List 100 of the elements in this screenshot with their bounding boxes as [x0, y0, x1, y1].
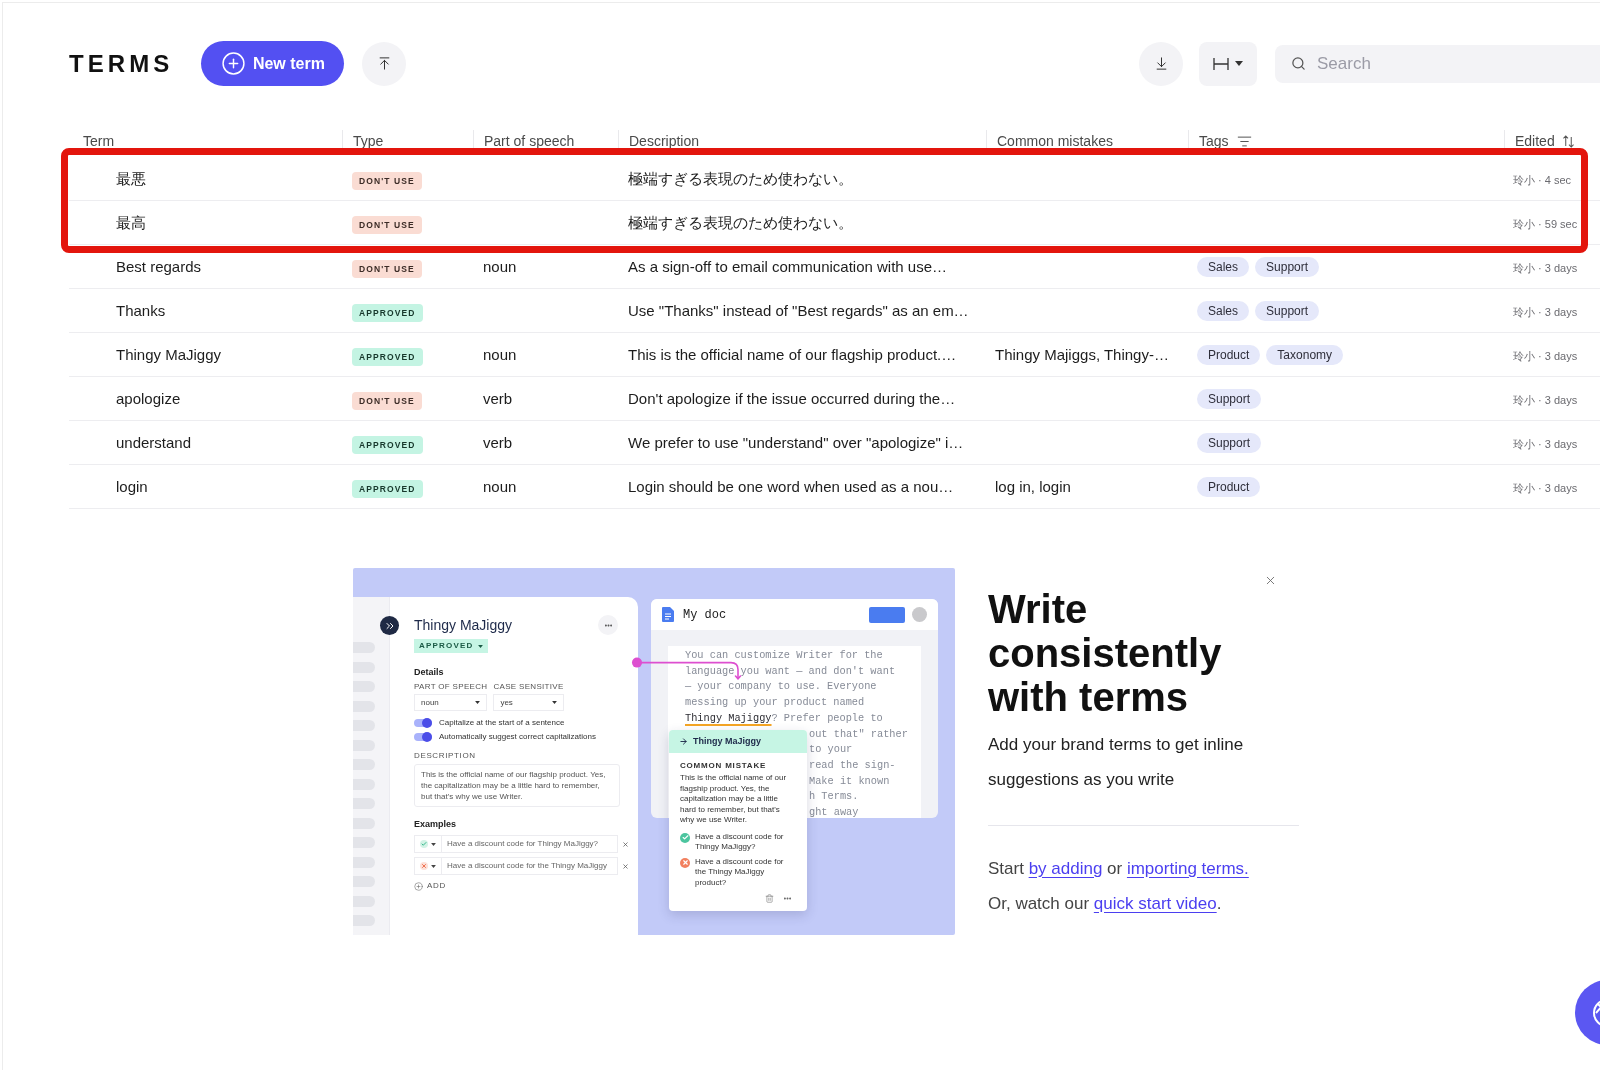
document-text-line: messing up your product named — [685, 695, 865, 711]
example-text: Have a discount code for the Thingy MaJiggy — [446, 860, 607, 872]
column-header: Term — [83, 131, 115, 151]
column-header: Tags — [1199, 131, 1229, 151]
edited-info-text: 玲小 · 4 sec — [1513, 173, 1572, 186]
page-title: TERMS — [69, 48, 174, 79]
caret-icon — [431, 842, 436, 846]
description-text: Login should be one word when used as a nou… — [628, 477, 954, 495]
more-icon — [598, 615, 618, 635]
text-link[interactable]: by adding — [1028, 859, 1103, 878]
check-icon — [420, 840, 428, 848]
column-header: Edited — [1515, 131, 1555, 151]
description-label: DESCRIPTION — [414, 751, 477, 761]
term-name: understand — [116, 433, 192, 451]
tag-chip: Taxonomy — [1266, 344, 1344, 365]
new-term-button[interactable]: New term — [201, 41, 345, 86]
term-name: apologize — [116, 389, 181, 407]
cross-icon — [680, 857, 690, 868]
term-name: Thingy MaJiggy — [116, 345, 222, 363]
cross-icon — [420, 862, 428, 870]
term-name: 最悪 — [116, 169, 146, 187]
add-label: ADD — [427, 880, 446, 892]
edited-info-text: 玲小 · 3 days — [1513, 437, 1578, 450]
example-text: Have a discount code for Thingy MaJiggy? — [446, 838, 599, 850]
part-of-speech-text: verb — [483, 389, 513, 407]
part-of-speech-text: noun — [483, 345, 517, 363]
term-title: Thingy MaJiggy — [414, 615, 513, 635]
type-badge: DON'T USE — [352, 171, 422, 190]
type-badge: APPROVED — [352, 347, 423, 366]
type-badge: APPROVED — [352, 435, 423, 454]
filter-icon[interactable] — [1236, 133, 1252, 149]
edited-info-text: 玲小 · 3 days — [1513, 305, 1578, 318]
suggestion-example-text: Have a discount code for Thingy MaJiggy? — [695, 831, 785, 853]
edited-info-text: 玲小 · 3 days — [1513, 349, 1578, 362]
cta-text: Or, watch our quick start video. — [988, 893, 1223, 915]
plus-circle-icon — [220, 51, 246, 76]
trash-icon — [765, 894, 774, 903]
toggle-label: Automatically suggest correct capitalizations — [439, 731, 596, 743]
search-field[interactable]: Search — [1275, 44, 1600, 83]
type-badge: APPROVED — [352, 303, 423, 322]
edited-info-text: 玲小 · 3 days — [1513, 481, 1578, 494]
type-badge: DON'T USE — [352, 215, 422, 234]
field-label: CASE SENSITIVE — [493, 682, 564, 692]
column-header: Type — [353, 131, 384, 151]
suggestion-term: Thingy MaJiggy — [693, 734, 761, 748]
text-link[interactable]: quick start video — [1093, 894, 1217, 913]
tag-chip: Support — [1255, 256, 1320, 277]
details-heading: Details — [414, 667, 445, 678]
document-text-line: You can customize Writer for the — [685, 648, 883, 663]
column-width-icon — [1213, 57, 1229, 70]
description-text: 極端すぎる表現のため使わない。 — [628, 213, 853, 231]
document-title: My doc — [683, 606, 727, 624]
tag-chip: Product — [1197, 344, 1261, 365]
button-shape — [869, 606, 905, 623]
document-icon — [662, 607, 674, 622]
tag-chip: Support — [1255, 300, 1320, 321]
document-text-line: to your — [809, 742, 853, 758]
field-label: PART OF SPEECH — [414, 682, 488, 692]
tag-chip: Support — [1197, 432, 1262, 453]
status-badge: APPROVED — [414, 639, 488, 653]
select-field: yes — [493, 694, 564, 711]
document-text-line: out that" rather — [809, 726, 908, 742]
toggle-label: Capitalize at the start of a sentence — [439, 717, 565, 729]
type-badge: DON'T USE — [352, 259, 422, 278]
close-icon[interactable] — [1264, 574, 1277, 587]
part-of-speech-text: noun — [483, 477, 517, 495]
remove-icon — [622, 840, 629, 848]
column-header: Description — [629, 131, 700, 151]
remove-icon — [622, 862, 629, 870]
search-icon — [1291, 56, 1306, 71]
term-name: Best regards — [116, 257, 202, 275]
column-header: Part of speech — [484, 131, 575, 151]
cta-text: Start by adding or importing terms. — [988, 858, 1250, 880]
sort-icon[interactable] — [1562, 134, 1574, 148]
examples-heading: Examples — [414, 819, 458, 830]
column-header: Common mistakes — [997, 131, 1113, 151]
suggestion-example-text: Have a discount code for the Thingy MaJiggy product? — [695, 856, 785, 888]
edited-info-text: 玲小 · 3 days — [1513, 393, 1578, 406]
caret-icon — [477, 644, 483, 648]
promo-subtitle: Add your brand terms to get inline suggestions as you write — [988, 734, 1245, 791]
arrow-right-icon — [679, 737, 688, 746]
description-text: 極端すぎる表現のため使わない。 — [628, 169, 853, 187]
term-name: Thanks — [116, 301, 166, 319]
text-link[interactable]: importing terms. — [1126, 859, 1249, 878]
term-name: 最高 — [116, 213, 146, 231]
plus-circle-icon — [414, 881, 423, 891]
part-of-speech-text: noun — [483, 257, 517, 275]
suggestion-text: This is the official name of our flagship product. Yes, the capitalization may be a little hard to remember, but that's why we use Writer. — [680, 773, 788, 826]
tag-chip: Support — [1197, 388, 1262, 409]
tag-chip: Sales — [1197, 256, 1250, 277]
document-text-line: Make it known — [809, 773, 890, 789]
column-width-button[interactable] — [1199, 41, 1257, 86]
description-text: As a sign-off to email communication with use… — [628, 257, 948, 275]
caret-icon — [475, 701, 481, 704]
edited-info-text: 玲小 · 3 days — [1513, 261, 1578, 274]
description-field: This is the official name of our flagship product. Yes, the capitalization may be a little hard to remember, but that's why we use Writer. — [414, 764, 620, 807]
document-text-line: h Terms. — [809, 789, 859, 805]
type-badge: APPROVED — [352, 479, 423, 498]
document-text-line: ght away — [809, 805, 859, 818]
promo-heading: Write consistently with terms — [988, 587, 1223, 719]
